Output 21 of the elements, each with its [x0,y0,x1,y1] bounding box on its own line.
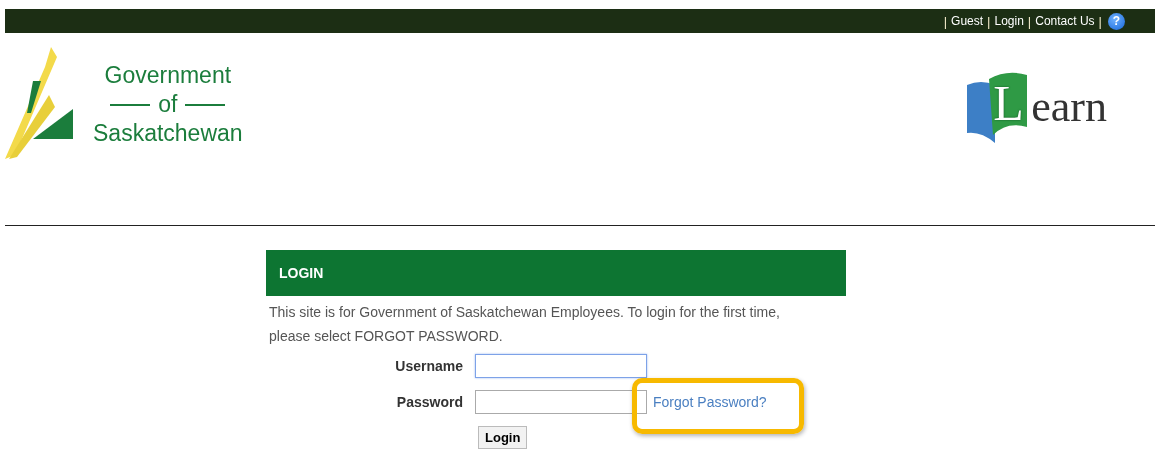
separator: | [987,13,991,29]
input-field[interactable] [475,390,647,414]
nav-link[interactable]: Guest [951,14,984,28]
logo-text: Government [104,61,232,90]
nav-link[interactable]: Login [994,14,1024,28]
forgot-password-link[interactable]: Forgot Password? [653,394,846,410]
login-button[interactable]: Login [478,426,528,449]
separator: | [943,13,948,29]
learn-logo-text: earn [1031,82,1107,132]
intro-text: This site is for Government of Saskatchewan Employees. To login for the first time, please select FORGOT PASSWORD. [269,303,781,346]
nav-link[interactable]: Contact Us [1035,14,1095,28]
input-field[interactable] [475,354,647,378]
logo-text: of [158,90,178,119]
logo-text: Saskatchewan [93,119,243,148]
field-label: Password [395,394,463,410]
book-icon [967,71,1030,143]
separator: | [1027,13,1032,29]
field-label: Username [394,358,463,374]
separator: | [1098,13,1102,29]
logo-letter: L [993,75,1024,131]
panel-header: LOGIN [266,250,846,296]
